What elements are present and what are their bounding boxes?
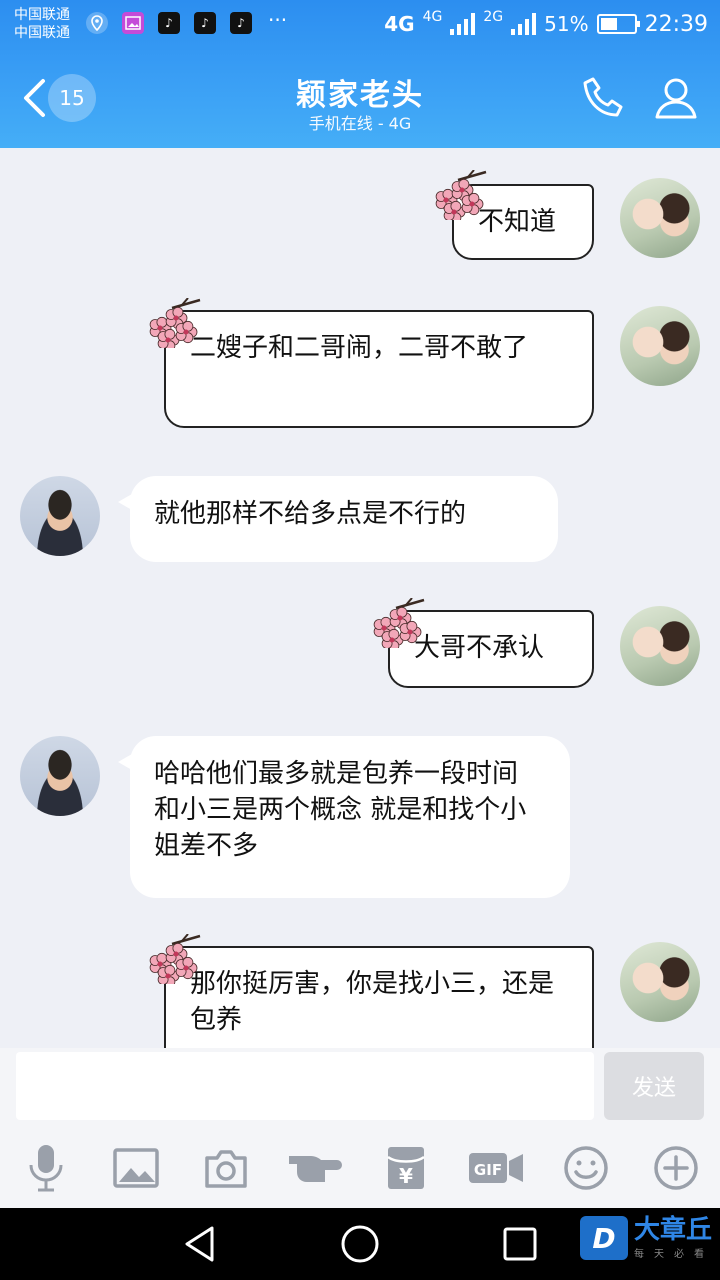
plus-circle-icon	[654, 1146, 698, 1190]
message-text: 不知道	[478, 207, 557, 237]
square-recents-icon	[503, 1227, 537, 1261]
contact-avatar[interactable]	[20, 476, 100, 556]
triangle-back-icon	[185, 1226, 214, 1262]
microphone-icon	[29, 1145, 63, 1192]
my-avatar[interactable]	[620, 606, 700, 686]
signal-icon	[450, 13, 476, 35]
carrier-info: 中国联通 中国联通	[14, 6, 70, 42]
nav-home-button[interactable]	[338, 1222, 382, 1266]
watermark-name: 大章丘	[634, 1214, 713, 1245]
message-text: 哈哈他们最多就是包养一段时间 和小三是两个概念 就是和找个小姐差不多	[154, 759, 527, 861]
message-list[interactable]: 不知道 二嫂子和二哥闹，二哥不敢了 就他那样不给多点是不行的 大哥不承认 哈哈他…	[0, 148, 720, 1048]
chat-header: 15 颖家老头 手机在线 - 4G	[0, 48, 720, 148]
message-text: 大哥不承认	[414, 633, 545, 663]
composer: 发送 ¥ GIF	[0, 1048, 720, 1208]
input-toolbar: ¥ GIF	[0, 1136, 720, 1200]
gif-icon: GIF	[469, 1153, 523, 1183]
message-text: 那你挺厉害，你是找小三，还是包养	[190, 969, 555, 1035]
red-packet-icon: ¥	[387, 1147, 425, 1189]
signal-icon	[511, 13, 537, 35]
network-type-small: 4G	[422, 9, 443, 25]
network-type-small: 2G	[483, 9, 504, 25]
message-input[interactable]	[16, 1052, 594, 1120]
red-packet-button[interactable]: ¥	[376, 1136, 436, 1200]
battery-fill	[600, 18, 617, 30]
camera-button[interactable]	[196, 1136, 256, 1200]
system-nav-bar: D 大章丘 每天必看	[0, 1208, 720, 1280]
watermark-logo: D	[580, 1216, 628, 1260]
phone-call-button[interactable]	[578, 72, 630, 124]
gif-label: GIF	[474, 1161, 502, 1179]
my-avatar[interactable]	[620, 942, 700, 1022]
gallery-icon	[122, 12, 144, 34]
outgoing-message[interactable]: 那你挺厉害，你是找小三，还是包养	[164, 946, 594, 1048]
image-button[interactable]	[106, 1136, 166, 1200]
blossom-decoration	[366, 597, 426, 652]
status-bar: 中国联通 中国联通 ♪ ♪ ♪ ··· 4G 4G 2G 51% 22:39	[0, 0, 720, 48]
image-icon	[113, 1148, 159, 1188]
battery-percent: 51%	[544, 12, 589, 36]
yen-symbol: ¥	[399, 1164, 413, 1188]
voice-button[interactable]	[16, 1136, 76, 1200]
send-button[interactable]: 发送	[604, 1052, 704, 1120]
tiktok-icon: ♪	[230, 12, 252, 34]
gif-button[interactable]: GIF	[466, 1136, 526, 1200]
blossom-decoration	[428, 169, 488, 224]
clock: 22:39	[644, 11, 708, 37]
battery-icon	[596, 14, 640, 34]
circle-home-icon	[341, 1225, 379, 1263]
status-right: 4G 4G 2G 51% 22:39	[384, 6, 708, 42]
nav-recents-button[interactable]	[498, 1222, 542, 1266]
message-text: 二嫂子和二哥闹，二哥不敢了	[190, 333, 529, 363]
profile-button[interactable]	[650, 72, 702, 124]
emoji-icon	[564, 1146, 608, 1190]
location-icon	[86, 12, 108, 34]
incoming-message[interactable]: 哈哈他们最多就是包养一段时间 和小三是两个概念 就是和找个小姐差不多	[118, 736, 570, 898]
emoji-button[interactable]	[556, 1136, 616, 1200]
tiktok-icon: ♪	[194, 12, 216, 34]
contact-avatar[interactable]	[20, 736, 100, 816]
watermark: D 大章丘 每天必看	[580, 1208, 714, 1268]
camera-icon	[205, 1150, 247, 1188]
tiktok-icon: ♪	[158, 12, 180, 34]
phone-icon	[583, 77, 623, 117]
carrier-line-2: 中国联通	[14, 25, 70, 41]
my-avatar[interactable]	[620, 178, 700, 258]
nav-back-button[interactable]	[178, 1222, 222, 1266]
carrier-line-1: 中国联通	[14, 7, 70, 23]
blossom-decoration	[142, 297, 202, 352]
pointing-hand-icon	[289, 1156, 342, 1182]
my-avatar[interactable]	[620, 306, 700, 386]
message-text: 就他那样不给多点是不行的	[154, 499, 467, 529]
network-type: 4G	[384, 12, 415, 36]
person-icon	[655, 78, 697, 119]
outgoing-message[interactable]: 二嫂子和二哥闹，二哥不敢了	[164, 310, 594, 428]
blossom-decoration	[142, 933, 202, 988]
more-button[interactable]	[646, 1136, 706, 1200]
poke-button[interactable]	[286, 1136, 346, 1200]
watermark-text-block: 大章丘 每天必看	[634, 1217, 714, 1260]
more-notifications-icon: ···	[268, 8, 288, 32]
incoming-message[interactable]: 就他那样不给多点是不行的	[118, 476, 558, 562]
watermark-sub: 每天必看	[634, 1248, 714, 1260]
top-bar: 中国联通 中国联通 ♪ ♪ ♪ ··· 4G 4G 2G 51% 22:39 1…	[0, 0, 720, 148]
